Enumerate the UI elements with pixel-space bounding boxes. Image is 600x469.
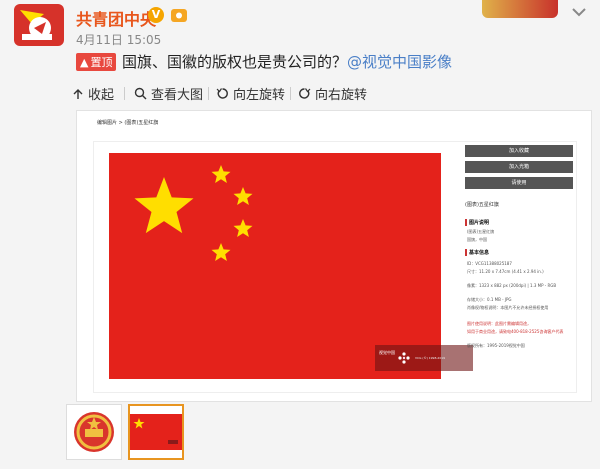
weibo-post: 共青团中央 V 4月11日 15:05 ▲ 置顶 国旗、国徽的版权也是贵公司的？… <box>0 0 600 469</box>
vcg-logo-icon <box>398 352 410 364</box>
section-heading-description: 图片说明 <box>465 219 489 226</box>
pinned-label: 置顶 <box>90 56 113 69</box>
post-text: 国旗、国徽的版权也是贵公司的？@视觉中国影像 <box>122 51 452 72</box>
use-button[interactable]: 请使用 <box>465 177 573 189</box>
thumbnail-flag[interactable] <box>128 404 184 460</box>
membership-badge-icon <box>171 9 187 22</box>
description-line: 国旗，中国 <box>467 237 487 242</box>
post-image[interactable]: 编辑图片 > (图表)五星红旗 视觉中国 VCG (©) 1998-2019 加… <box>76 110 592 402</box>
lightbox-button[interactable]: 加入光箱 <box>465 161 573 173</box>
breadcrumb: 编辑图片 > (图表)五星红旗 <box>97 120 159 126</box>
info-line: 存储大小：0.1 MB - JPG <box>467 297 512 302</box>
post-body: 国旗、国徽的版权也是贵公司的？ <box>122 53 348 71</box>
verified-badge-icon: V <box>148 7 164 23</box>
collapse-button[interactable]: 收起 <box>72 84 114 103</box>
thumbnail-national-emblem[interactable] <box>66 404 122 460</box>
watermark-brand: 视觉中国 <box>379 350 395 355</box>
toolbar-divider <box>208 87 209 100</box>
author-name[interactable]: 共青团中央 <box>76 6 156 30</box>
rotate-left-button[interactable]: 向左旋转 <box>216 84 285 103</box>
item-title: (图表)五星红旗 <box>465 202 499 208</box>
view-large-label: 查看大图 <box>151 88 204 103</box>
description-line: (图表)五星红旗 <box>467 229 495 234</box>
rotate-right-label: 向右旋转 <box>315 88 368 103</box>
toolbar-divider <box>290 87 291 100</box>
mention-link[interactable]: @视觉中国影像 <box>347 53 452 71</box>
usage-note: 如用于商业用途，请致电400-818-2525咨询客户代表 <box>467 329 564 334</box>
collapse-icon <box>73 88 83 99</box>
more-icon[interactable] <box>566 2 592 22</box>
avatar[interactable] <box>14 4 64 46</box>
image-toolbar: 收起 查看大图 向左旋转 向右旋转 <box>0 80 600 104</box>
toolbar-divider <box>124 87 125 100</box>
search-icon <box>134 87 147 100</box>
rotate-right-icon <box>299 88 311 99</box>
watermark: 视觉中国 VCG (©) 1998-2019 <box>375 345 473 371</box>
collapse-label: 收起 <box>88 88 115 103</box>
info-line: ID：VCG11388025187 <box>467 261 512 266</box>
national-flag-image: 视觉中国 VCG (©) 1998-2019 <box>109 153 473 379</box>
section-heading-basic-info: 基本信息 <box>465 249 489 256</box>
info-line: 尺寸：11.20 x 7.47cm (4.41 x 2.94 in.) <box>467 269 544 274</box>
flag-thumbnail-icon <box>130 414 182 450</box>
rotate-left-icon <box>216 88 228 99</box>
watermark-code: VCG (©) 1998-2019 <box>415 356 446 360</box>
pinned-badge: ▲ 置顶 <box>76 53 117 71</box>
rotate-right-button[interactable]: 向右旋转 <box>298 84 367 103</box>
info-line: 肖像权/物权说明：本图片不允许未经授权使用 <box>467 305 549 310</box>
favorite-button[interactable]: 加入收藏 <box>465 145 573 157</box>
decorative-banner <box>482 0 558 18</box>
info-line: 像素：1323 x 882 px (200dpi) | 1.3 MP - RGB <box>467 283 557 288</box>
post-time[interactable]: 4月11日 15:05 <box>76 31 161 48</box>
usage-note: 图片使用说明：此图片需编辑用途， <box>467 321 531 326</box>
rotate-left-label: 向左旋转 <box>233 88 286 103</box>
pin-icon: ▲ <box>80 55 89 69</box>
view-large-button[interactable]: 查看大图 <box>134 84 203 103</box>
national-emblem-icon <box>74 412 114 452</box>
copyright-line: 版权所有：1995-2019视觉中国 <box>467 343 525 348</box>
